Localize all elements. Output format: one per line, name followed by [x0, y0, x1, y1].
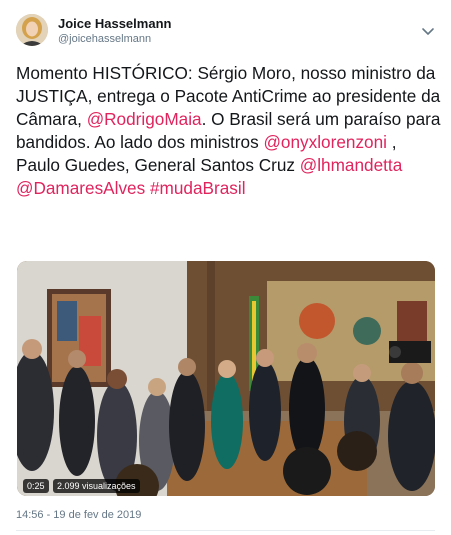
divider: [16, 530, 435, 531]
chevron-down-icon[interactable]: [421, 24, 435, 38]
video-views-badge: 2.099 visualizações: [53, 479, 140, 493]
author-handle[interactable]: @joicehasselmann: [58, 33, 151, 45]
avatar[interactable]: [16, 14, 48, 46]
video-duration-badge: 0:25: [23, 479, 49, 493]
mention-link[interactable]: @lhmandetta: [300, 155, 403, 175]
video-player[interactable]: 0:25 2.099 visualizações: [17, 261, 435, 496]
tweet-timestamp[interactable]: 14:56 - 19 de fev de 2019: [16, 509, 141, 521]
mention-link[interactable]: @onyxlorenzoni: [263, 132, 387, 152]
author-name[interactable]: Joice Hasselmann: [58, 16, 171, 31]
hashtag-link[interactable]: #mudaBrasil: [150, 178, 246, 198]
tweet-text: Momento HISTÓRICO: Sérgio Moro, nosso mi…: [16, 62, 444, 200]
mention-link[interactable]: @DamaresAlves: [16, 178, 145, 198]
mention-link[interactable]: @RodrigoMaia: [87, 109, 202, 129]
video-thumbnail: [17, 261, 435, 496]
tweet-header: Joice Hasselmann @joicehasselmann: [0, 0, 451, 60]
